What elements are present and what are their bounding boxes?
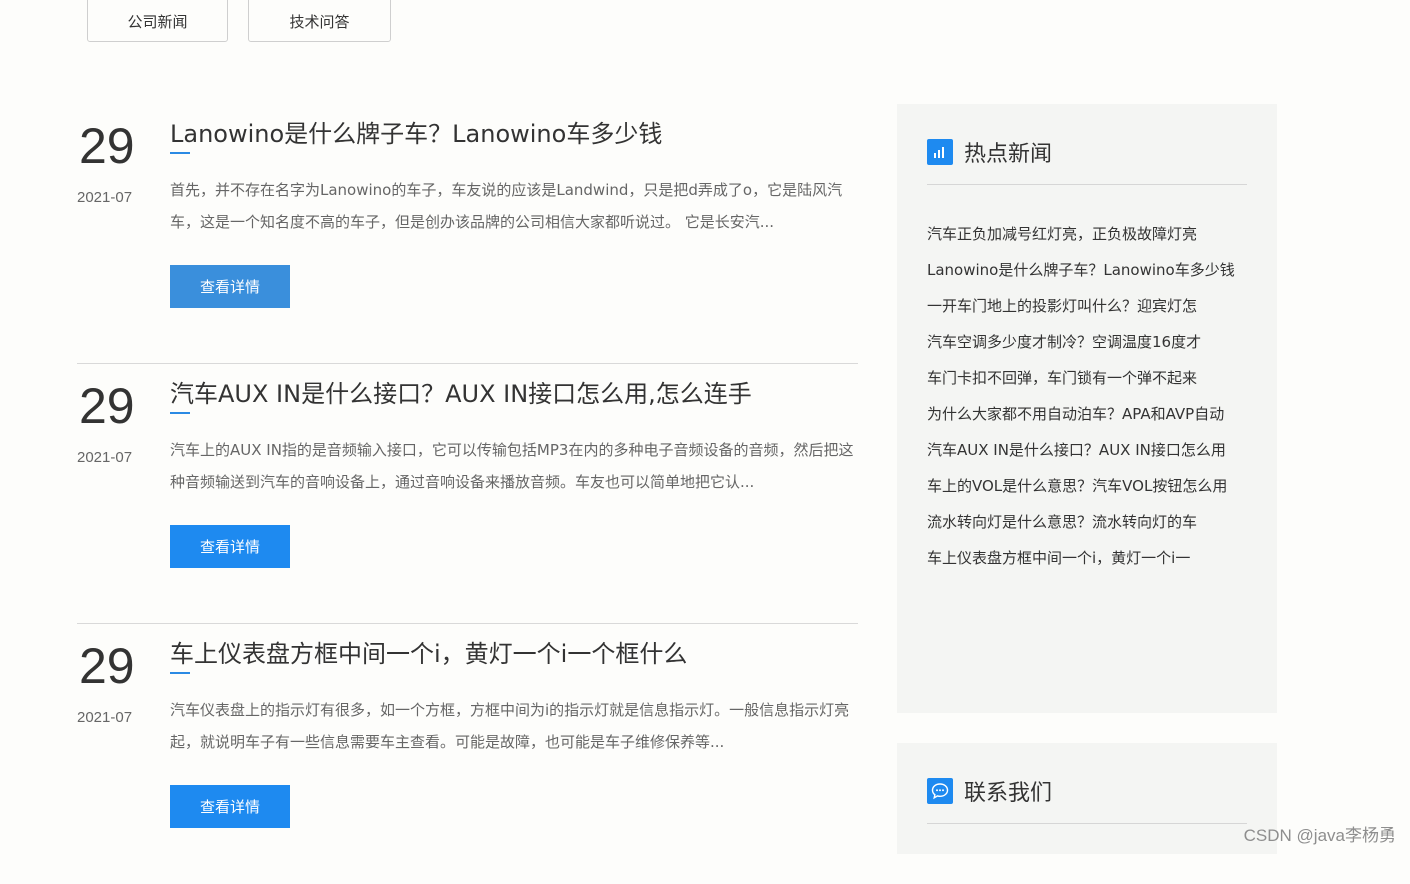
view-details-button[interactable]: 查看详情: [170, 525, 290, 568]
hot-news-item[interactable]: 汽车空调多少度才制冷？空调温度16度才: [927, 324, 1249, 360]
category-tabs: 公司新闻 技术问答: [87, 0, 391, 42]
article-day: 29: [79, 378, 135, 434]
view-details-button[interactable]: 查看详情: [170, 785, 290, 828]
tab-company-news[interactable]: 公司新闻: [87, 0, 228, 42]
hot-news-item[interactable]: 车上的VOL是什么意思？汽车VOL按钮怎么用: [927, 468, 1249, 504]
title-accent-line: [170, 672, 190, 674]
article-year-month: 2021-07: [77, 449, 133, 466]
article-year-month: 2021-07: [77, 709, 133, 726]
title-accent-line: [170, 412, 190, 414]
divider: [927, 184, 1247, 185]
bar-chart-icon: [927, 139, 953, 165]
chat-bubble-icon: [927, 778, 953, 804]
contact-title: 联系我们: [964, 781, 1053, 806]
watermark: CSDN @java李杨勇: [1243, 826, 1396, 845]
hot-news-item[interactable]: 汽车AUX IN是什么接口？AUX IN接口怎么用: [927, 432, 1249, 468]
hot-news-list: 汽车正负加减号红灯亮，正负极故障灯亮 Lanowino是什么牌子车？Lanowi…: [927, 216, 1249, 576]
hot-news-header: 热点新闻: [927, 136, 1052, 168]
title-accent-line: [170, 152, 190, 154]
article-summary: 汽车上的AUX IN指的是音频输入接口，它可以传输包括MP3在内的多种电子音频设…: [170, 441, 854, 491]
article-list: 29 2021-07 Lanowino是什么牌子车？Lanowino车多少钱 首…: [77, 104, 858, 884]
hot-news-item[interactable]: 车门卡扣不回弹，车门锁有一个弹不起来: [927, 360, 1249, 396]
hot-news-item[interactable]: 车上仪表盘方框中间一个i，黄灯一个i一: [927, 540, 1249, 576]
hot-news-panel: 热点新闻 汽车正负加减号红灯亮，正负极故障灯亮 Lanowino是什么牌子车？L…: [897, 104, 1277, 713]
hot-news-title: 热点新闻: [964, 142, 1053, 167]
article-item: 29 2021-07 汽车AUX IN是什么接口？AUX IN接口怎么用,怎么连…: [77, 364, 858, 624]
view-details-button[interactable]: 查看详情: [170, 265, 290, 308]
article-day: 29: [79, 638, 135, 694]
article-year-month: 2021-07: [77, 189, 133, 206]
article-item: 29 2021-07 Lanowino是什么牌子车？Lanowino车多少钱 首…: [77, 104, 858, 364]
article-title[interactable]: 汽车AUX IN是什么接口？AUX IN接口怎么用,怎么连手: [170, 378, 752, 410]
tab-tech-qa[interactable]: 技术问答: [248, 0, 391, 42]
hot-news-item[interactable]: 为什么大家都不用自动泊车？APA和AVP自动: [927, 396, 1249, 432]
article-day: 29: [79, 118, 135, 174]
contact-panel: 联系我们: [897, 743, 1277, 854]
article-title[interactable]: Lanowino是什么牌子车？Lanowino车多少钱: [170, 118, 662, 150]
hot-news-item[interactable]: 汽车正负加减号红灯亮，正负极故障灯亮: [927, 216, 1249, 252]
article-title[interactable]: 车上仪表盘方框中间一个i，黄灯一个i一个框什么: [170, 638, 687, 670]
divider: [927, 823, 1247, 824]
article-summary: 首先，并不存在名字为Lanowino的车子，车友说的应该是Landwind，只是…: [170, 181, 843, 231]
hot-news-item[interactable]: Lanowino是什么牌子车？Lanowino车多少钱: [927, 252, 1249, 288]
article-item: 29 2021-07 车上仪表盘方框中间一个i，黄灯一个i一个框什么 汽车仪表盘…: [77, 624, 858, 884]
hot-news-item[interactable]: 一开车门地上的投影灯叫什么？迎宾灯怎: [927, 288, 1249, 324]
hot-news-item[interactable]: 流水转向灯是什么意思？流水转向灯的车: [927, 504, 1249, 540]
contact-header: 联系我们: [927, 775, 1052, 807]
article-summary: 汽车仪表盘上的指示灯有很多，如一个方框，方框中间为i的指示灯就是信息指示灯。一般…: [170, 701, 850, 751]
